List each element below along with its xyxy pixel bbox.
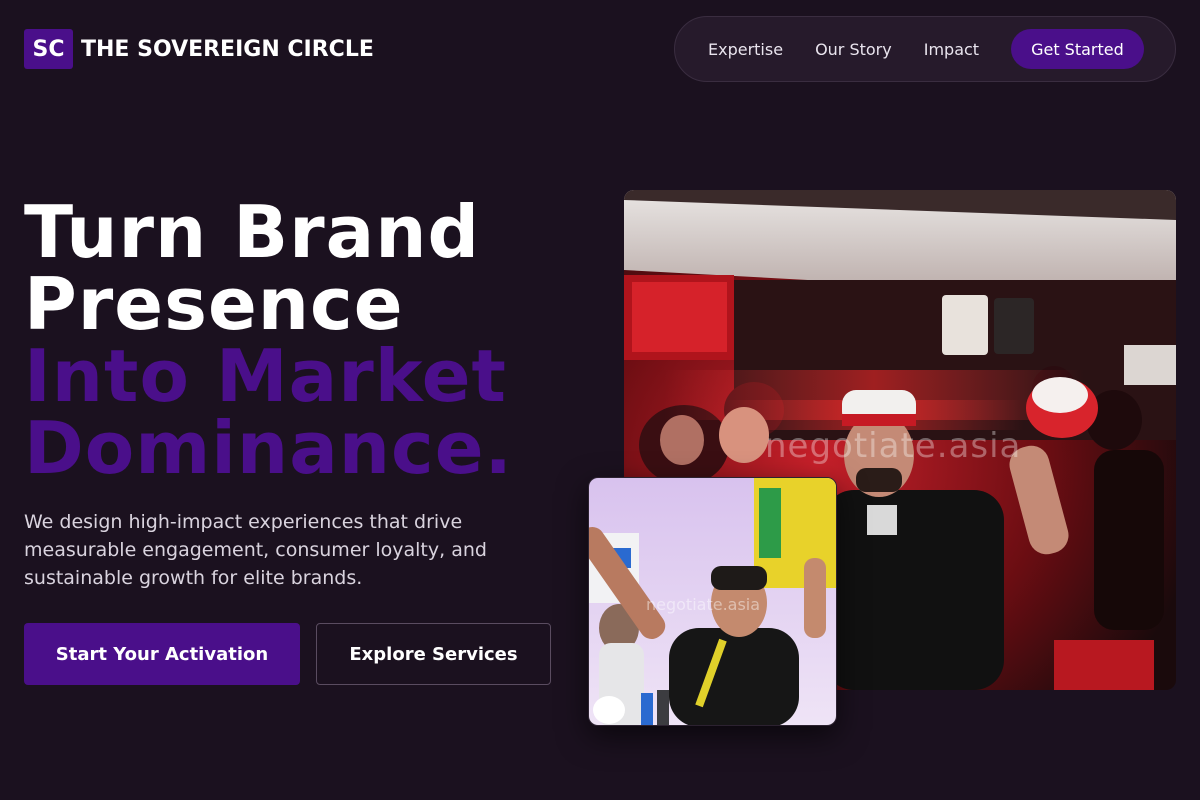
get-started-button[interactable]: Get Started (1011, 29, 1144, 69)
page: SC THE SOVEREIGN CIRCLE Expertise Our St… (0, 0, 1200, 800)
headline-accent-line: Dominance. (24, 406, 513, 490)
logo-mark: SC (24, 29, 73, 69)
top-nav: Expertise Our Story Impact Get Started (674, 16, 1176, 82)
small-photo-watermark: negotiate.asia (646, 595, 761, 614)
main-photo-watermark: negotiate.asia (765, 426, 1022, 466)
nav-link-expertise[interactable]: Expertise (708, 40, 783, 59)
explore-services-button[interactable]: Explore Services (316, 623, 551, 685)
hero-subtext: We design high-impact experiences that d… (24, 511, 487, 589)
headline-accent-line: Into Market (24, 334, 507, 418)
brand-name: THE SOVEREIGN CIRCLE (81, 36, 374, 62)
nav-link-our-story[interactable]: Our Story (815, 40, 892, 59)
start-activation-button[interactable]: Start Your Activation (24, 623, 300, 685)
nav-link-impact[interactable]: Impact (924, 40, 979, 59)
headline-line: Presence (24, 262, 404, 346)
hero-headline: Turn Brand Presence Into Market Dominanc… (24, 196, 584, 484)
headline-line: Turn Brand (24, 190, 481, 274)
brand-logo[interactable]: SC THE SOVEREIGN CIRCLE (24, 29, 374, 69)
